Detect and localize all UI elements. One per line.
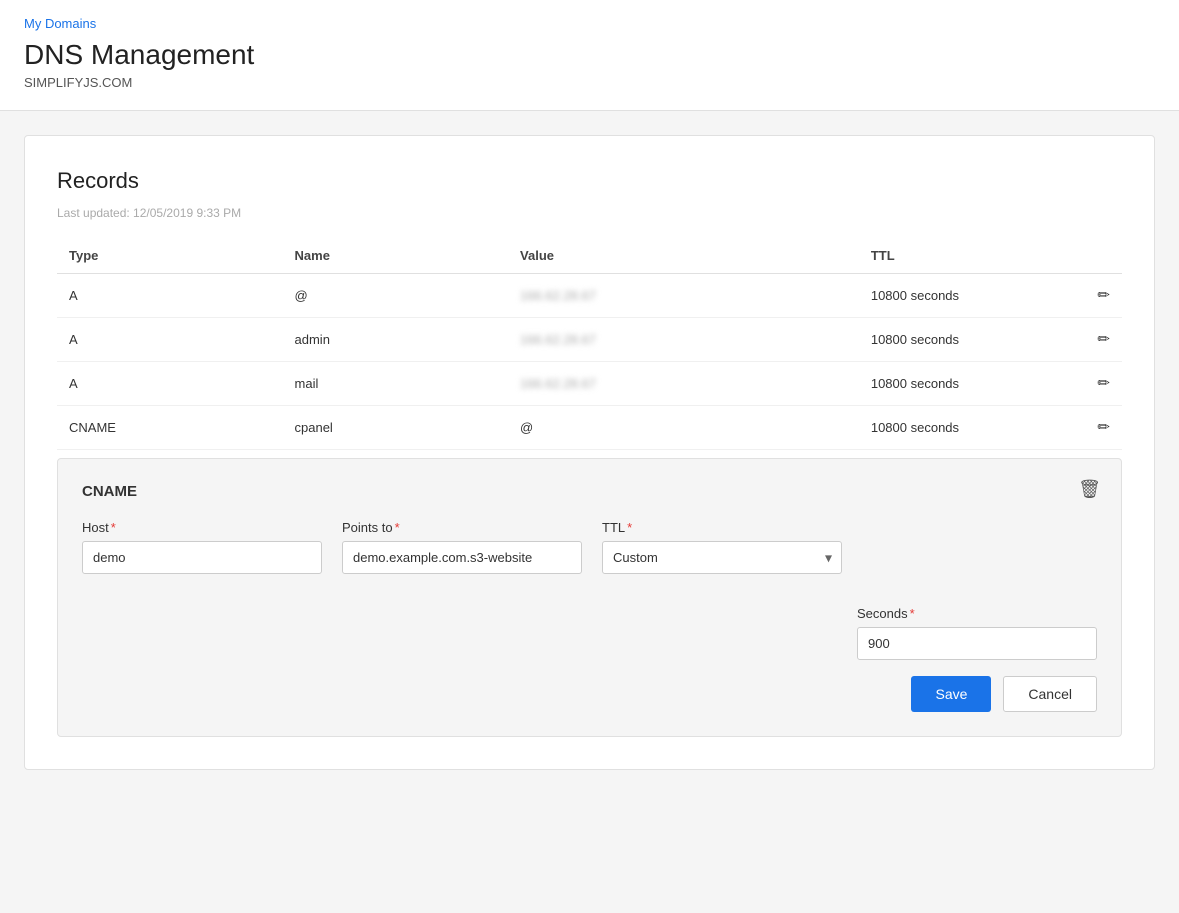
cell-name: admin (283, 318, 509, 362)
cell-value: 166.62.28.67 (508, 362, 859, 406)
points-to-input[interactable] (342, 541, 582, 574)
cell-name: @ (283, 274, 509, 318)
seconds-label: Seconds* (857, 606, 1097, 621)
form-row-main: Host* Points to* TTL* 1/2 H (82, 520, 1097, 574)
cell-type: CNAME (57, 406, 283, 450)
table-row: A @ 166.62.28.67 10800 seconds (57, 274, 1122, 318)
cell-value: 166.62.28.67 (508, 274, 859, 318)
edit-icon[interactable] (1097, 375, 1110, 392)
cell-action[interactable] (1059, 362, 1122, 406)
cell-action[interactable] (1059, 406, 1122, 450)
form-actions: Save Cancel (82, 676, 1097, 712)
breadcrumb[interactable]: My Domains (24, 16, 1155, 31)
edit-form-title: CNAME (82, 483, 1097, 500)
cell-action[interactable] (1059, 318, 1122, 362)
cell-type: A (57, 274, 283, 318)
points-to-label: Points to* (342, 520, 582, 535)
points-to-group: Points to* (342, 520, 582, 574)
cell-name: mail (283, 362, 509, 406)
edit-form: CNAME 🗑 Host* Points to* TT (57, 458, 1122, 737)
save-button[interactable]: Save (911, 676, 991, 712)
cell-type: A (57, 318, 283, 362)
ttl-select[interactable]: 1/2 Hour1 Hour2 Hours5 Hours12 HoursCust… (602, 541, 842, 574)
table-row: CNAME cpanel @ 10800 seconds (57, 406, 1122, 450)
page-title: DNS Management (24, 39, 1155, 71)
main-content: Records Last updated: 12/05/2019 9:33 PM… (0, 111, 1179, 794)
cell-value: @ (508, 406, 859, 450)
edit-icon[interactable] (1097, 331, 1110, 348)
col-header-name: Name (283, 240, 509, 274)
records-title: Records (57, 168, 1122, 194)
ttl-group: TTL* 1/2 Hour1 Hour2 Hours5 Hours12 Hour… (602, 520, 842, 574)
table-row: A admin 166.62.28.67 10800 seconds (57, 318, 1122, 362)
col-header-value: Value (508, 240, 859, 274)
cell-action[interactable] (1059, 274, 1122, 318)
ttl-label: TTL* (602, 520, 842, 535)
ttl-select-wrapper: 1/2 Hour1 Hour2 Hours5 Hours12 HoursCust… (602, 541, 842, 574)
domain-name: SIMPLIFYJS.COM (24, 75, 1155, 90)
cell-name: cpanel (283, 406, 509, 450)
records-card: Records Last updated: 12/05/2019 9:33 PM… (24, 135, 1155, 770)
edit-icon[interactable] (1097, 419, 1110, 436)
seconds-input[interactable] (857, 627, 1097, 660)
table-row: A mail 166.62.28.67 10800 seconds (57, 362, 1122, 406)
last-updated-text: Last updated: 12/05/2019 9:33 PM (57, 206, 1122, 220)
cell-value: 166.62.28.67 (508, 318, 859, 362)
delete-icon[interactable]: 🗑 (1078, 479, 1101, 500)
cell-ttl: 10800 seconds (859, 406, 1059, 450)
col-header-type: Type (57, 240, 283, 274)
cell-ttl: 10800 seconds (859, 274, 1059, 318)
col-header-ttl: TTL (859, 240, 1059, 274)
records-table: Type Name Value TTL A @ 166.62.28.67 108… (57, 240, 1122, 450)
col-header-action (1059, 240, 1122, 274)
cell-ttl: 10800 seconds (859, 318, 1059, 362)
host-label: Host* (82, 520, 322, 535)
seconds-group: Seconds* (857, 606, 1097, 660)
cell-type: A (57, 362, 283, 406)
cancel-button[interactable]: Cancel (1003, 676, 1097, 712)
page-header: My Domains DNS Management SIMPLIFYJS.COM (0, 0, 1179, 111)
cell-ttl: 10800 seconds (859, 362, 1059, 406)
host-input[interactable] (82, 541, 322, 574)
edit-icon[interactable] (1097, 287, 1110, 304)
host-group: Host* (82, 520, 322, 574)
